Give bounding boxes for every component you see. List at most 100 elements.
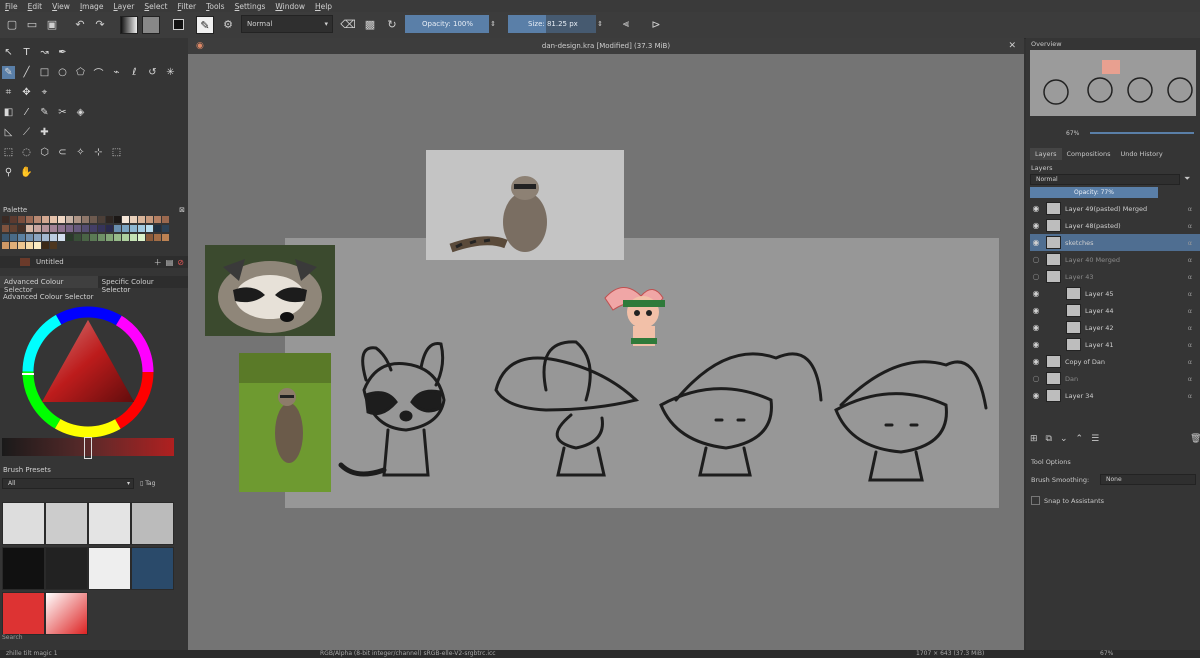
rectangle-tool-icon[interactable]: □ <box>38 66 51 79</box>
palette-swatch[interactable] <box>50 224 57 232</box>
palette-swatch[interactable] <box>26 242 33 250</box>
eraser-icon[interactable]: ⌫ <box>340 16 356 32</box>
palette-swatch[interactable] <box>138 224 145 232</box>
reference-tool-icon[interactable]: ✚ <box>38 126 51 139</box>
measure-tool-icon[interactable]: ⟋ <box>20 126 33 139</box>
select-shapes-icon[interactable]: ↖ <box>2 46 15 59</box>
filter-icon[interactable]: ⏷ <box>1184 174 1190 184</box>
delete-layer-icon[interactable]: 🗑 <box>1190 434 1200 444</box>
layer-row[interactable]: ○ Dan α <box>1030 370 1200 387</box>
redo-icon[interactable]: ↷ <box>92 16 108 32</box>
colorize-mask-icon[interactable]: ✎ <box>38 106 51 119</box>
palette-swatch[interactable] <box>98 216 105 223</box>
tab-layers[interactable]: Layers <box>1030 148 1062 160</box>
alpha-lock-icon[interactable]: α <box>1188 341 1192 349</box>
smart-patch-icon[interactable]: ✂ <box>56 106 69 119</box>
tab-undo-history[interactable]: Undo History <box>1116 148 1168 160</box>
alpha-lock-icon[interactable]: α <box>1188 205 1192 213</box>
mirror-vertical-icon[interactable]: ⊳ <box>648 16 664 32</box>
palette-swatch[interactable] <box>130 233 137 241</box>
brush-preset-tile[interactable] <box>2 592 45 635</box>
palette-swatch[interactable] <box>98 233 105 241</box>
palette-swatch[interactable] <box>42 233 49 241</box>
palette-swatch[interactable] <box>146 233 153 241</box>
layer-row[interactable]: ◉ Layer 45 α <box>1030 285 1200 302</box>
palette-swatch[interactable] <box>58 216 65 223</box>
palette-swatch[interactable] <box>146 224 153 232</box>
brush-preset-icon[interactable]: ✎ <box>196 16 214 34</box>
alpha-lock-icon[interactable]: α <box>1188 256 1192 264</box>
palette-swatch[interactable] <box>106 224 113 232</box>
alpha-lock-icon[interactable]: α <box>1188 273 1192 281</box>
palette-menu-icon[interactable]: ▤ <box>166 258 174 267</box>
palette-swatch[interactable] <box>18 242 25 250</box>
layer-blend-select[interactable]: Normal <box>1030 174 1180 185</box>
palette-swatch[interactable] <box>50 242 57 250</box>
opacity-slider[interactable]: Opacity: 100% <box>405 15 489 33</box>
visibility-eye-icon[interactable]: ◉ <box>1030 391 1042 400</box>
delete-swatch-icon[interactable]: ⊘ <box>177 258 184 267</box>
visibility-eye-icon[interactable]: ◉ <box>1030 323 1042 332</box>
pan-tool-icon[interactable]: ✋ <box>20 166 33 179</box>
brush-filter-select[interactable]: All ▾ <box>2 478 134 489</box>
alpha-lock-icon[interactable]: α <box>1188 239 1192 247</box>
palette-swatch[interactable] <box>82 216 89 223</box>
menu-view[interactable]: View <box>47 2 75 11</box>
blend-mode-select[interactable]: Normal ▾ <box>241 15 333 33</box>
polygon-select-icon[interactable]: ⬡ <box>38 146 51 159</box>
canvas-area[interactable] <box>188 38 1024 650</box>
layer-row[interactable]: ◉ Layer 49(pasted) Merged α <box>1030 200 1200 217</box>
tab-compositions[interactable]: Compositions <box>1062 148 1116 160</box>
palette-swatch[interactable] <box>66 224 73 232</box>
snap-checkbox[interactable] <box>1031 496 1040 505</box>
menu-filter[interactable]: Filter <box>173 2 202 11</box>
dynamic-brush-icon[interactable]: ↺ <box>146 66 159 79</box>
visibility-eye-icon[interactable]: ◉ <box>1030 340 1042 349</box>
brush-preset-tile[interactable] <box>2 502 45 545</box>
palette-swatch[interactable] <box>2 216 9 223</box>
palette-swatch[interactable] <box>114 224 121 232</box>
brush-preset-tile[interactable] <box>88 547 131 590</box>
visibility-eye-icon[interactable]: ◉ <box>1030 221 1042 230</box>
opacity-spin-icon[interactable]: ⇕ <box>489 16 497 32</box>
alpha-lock-icon[interactable]: α <box>1188 358 1192 366</box>
alpha-lock-icon[interactable]: α <box>1188 222 1192 230</box>
palette-swatch[interactable] <box>66 216 73 223</box>
alpha-lock-icon[interactable]: α <box>1188 375 1192 383</box>
tab-specific-colour-selector[interactable]: Specific Colour Selector <box>97 276 188 294</box>
gradient-tool-icon[interactable]: ◧ <box>2 106 15 119</box>
brush-preset-tile[interactable] <box>45 502 88 545</box>
palette-swatch[interactable] <box>66 233 73 241</box>
palette-swatch[interactable] <box>34 242 41 250</box>
zoom-tool-icon[interactable]: ⚲ <box>2 166 15 179</box>
bezier-tool-icon[interactable]: ⌁ <box>110 66 123 79</box>
alpha-lock-icon[interactable]: α <box>1188 392 1192 400</box>
layer-row[interactable]: ◉ Copy of Dan α <box>1030 353 1200 370</box>
palette-swatch[interactable] <box>50 216 57 223</box>
palette-swatch[interactable] <box>98 224 105 232</box>
calligraphy-icon[interactable]: ✒ <box>56 46 69 59</box>
overview-zoom-slider[interactable] <box>1090 132 1194 134</box>
move-up-icon[interactable]: ⌃ <box>1076 434 1084 444</box>
menu-edit[interactable]: Edit <box>23 2 48 11</box>
visibility-eye-icon[interactable]: ○ <box>1030 374 1042 383</box>
palette-swatch[interactable] <box>74 233 81 241</box>
palette-swatch[interactable] <box>58 224 65 232</box>
assistant-tool-icon[interactable]: ◺ <box>2 126 15 139</box>
visibility-eye-icon[interactable]: ○ <box>1030 255 1042 264</box>
palette-swatch[interactable] <box>90 233 97 241</box>
text-tool-icon[interactable]: T <box>20 46 33 59</box>
palette-name[interactable]: Untitled <box>36 258 64 266</box>
crop-tool-icon[interactable]: ⌗ <box>2 86 15 99</box>
palette-swatch[interactable] <box>122 233 129 241</box>
alpha-lock-icon[interactable]: α <box>1188 324 1192 332</box>
palette-swatch[interactable] <box>34 216 41 223</box>
palette-swatch[interactable] <box>26 233 33 241</box>
palette-swatch[interactable] <box>10 216 17 223</box>
polyline-tool-icon[interactable]: ⌒ <box>92 66 105 80</box>
new-document-icon[interactable]: ▢ <box>4 16 20 32</box>
palette-swatch[interactable] <box>2 224 9 232</box>
palette-swatch[interactable] <box>10 233 17 241</box>
visibility-eye-icon[interactable]: ◉ <box>1030 289 1042 298</box>
palette-swatch[interactable] <box>114 216 121 223</box>
